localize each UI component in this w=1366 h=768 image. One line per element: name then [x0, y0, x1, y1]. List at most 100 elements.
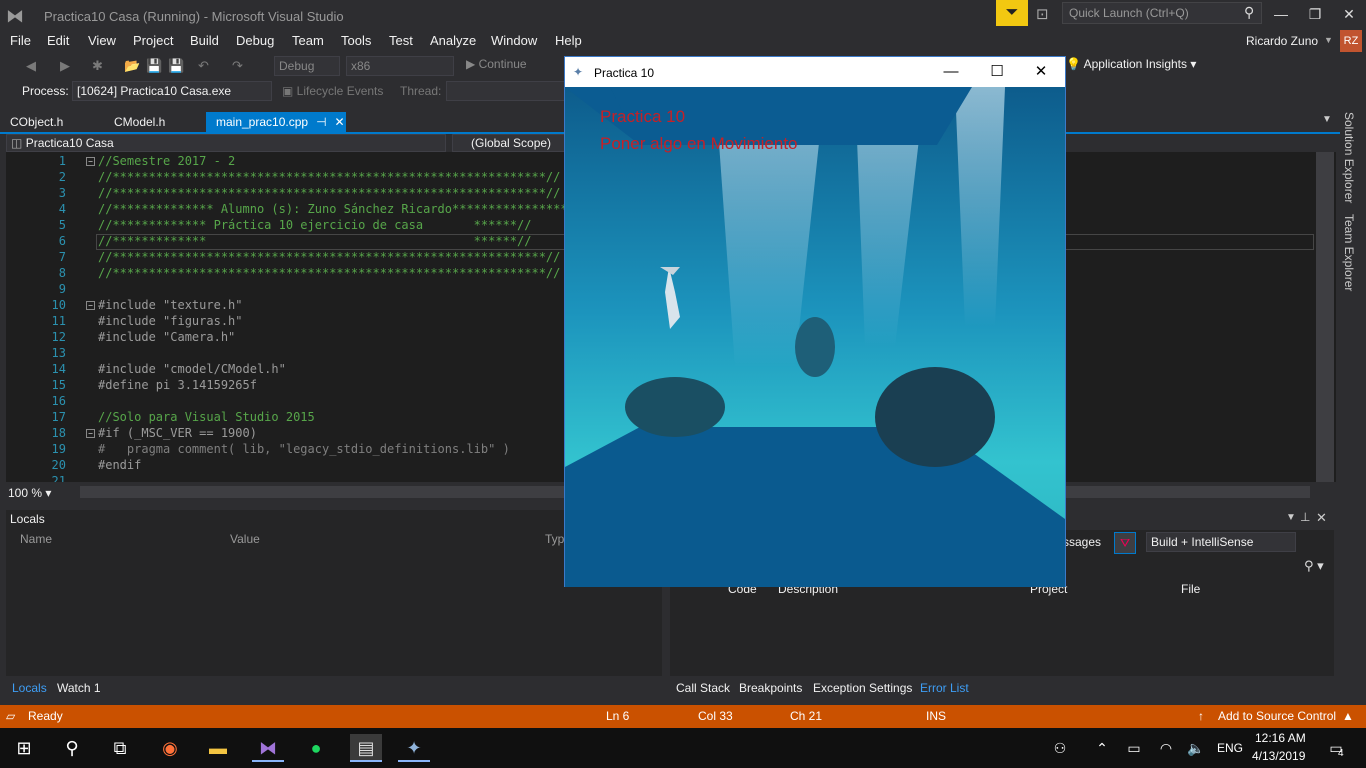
tab-exception-settings[interactable]: Exception Settings [813, 681, 912, 695]
visual-studio-icon[interactable]: ⧓ [252, 734, 284, 762]
maximize-button[interactable]: ☐ [977, 61, 1017, 83]
battery-icon[interactable]: ▭ [1118, 734, 1150, 762]
menu-build[interactable]: Build [190, 33, 219, 48]
redo-icon[interactable]: ↷ [232, 58, 243, 74]
menu-debug[interactable]: Debug [236, 33, 274, 48]
platform-combo[interactable]: x86 [346, 56, 454, 76]
fold-icon[interactable]: − [86, 301, 95, 310]
back-icon[interactable]: ◀ [26, 58, 36, 74]
search-icon[interactable]: ⚲ [56, 734, 88, 762]
quick-launch-input[interactable]: Quick Launch (Ctrl+Q) [1062, 2, 1262, 24]
minimize-button[interactable]: — [1264, 0, 1298, 28]
messages-filter-button[interactable]: ssages [1063, 535, 1101, 549]
tab-solution-explorer[interactable]: Solution Explorer [1342, 112, 1356, 203]
tab-overflow-icon[interactable]: ▼ [1322, 114, 1332, 125]
search-icon[interactable]: ⚲ [1244, 4, 1254, 21]
language-indicator[interactable]: ENG [1212, 734, 1248, 762]
search-icon[interactable]: ⚲ ▾ [1304, 558, 1324, 574]
add-to-source-control-button[interactable]: Add to Source Control [1218, 709, 1336, 723]
opengl-title-bar[interactable]: ✦ Practica 10 — ☐ ✕ [565, 57, 1065, 87]
tab-breakpoints[interactable]: Breakpoints [739, 681, 802, 695]
clock-time[interactable]: 12:16 AM [1255, 731, 1306, 745]
clock-date[interactable]: 4/13/2019 [1252, 749, 1305, 763]
build-scope-combo[interactable]: Build + IntelliSense [1146, 532, 1296, 552]
locals-col-name[interactable]: Name [20, 532, 52, 546]
opengl-app-icon[interactable]: ✦ [398, 734, 430, 762]
account-name[interactable]: Ricardo Zuno [1246, 34, 1318, 48]
tab-main-prac10[interactable]: main_prac10.cpp ⊣ ✕ [206, 112, 346, 132]
fold-icon[interactable]: − [86, 157, 95, 166]
save-icon[interactable]: 💾 [146, 58, 162, 74]
close-button[interactable]: ✕ [1021, 61, 1061, 83]
new-project-icon[interactable]: ✱ [92, 58, 103, 74]
file-explorer-icon[interactable]: ▬ [202, 734, 234, 762]
feedback-icon[interactable]: ⊡ [1036, 5, 1049, 23]
close-icon[interactable]: ✕ [1316, 510, 1327, 526]
menu-test[interactable]: Test [389, 33, 413, 48]
avatar[interactable]: RZ [1340, 30, 1362, 52]
process-combo[interactable]: [10624] Practica10 Casa.exe [72, 81, 272, 101]
scene-text-title: Practica 10 [600, 107, 686, 126]
tab-watch-1[interactable]: Watch 1 [57, 681, 101, 695]
console-app-icon[interactable]: ▤ [350, 734, 382, 762]
save-all-icon[interactable]: 💾 [168, 58, 184, 74]
undo-icon[interactable]: ↶ [198, 58, 209, 74]
line-number: 16 [51, 394, 66, 408]
close-icon[interactable]: ✕ [335, 115, 345, 129]
volume-icon[interactable]: 🔈 [1180, 734, 1212, 762]
people-icon[interactable]: ⚇ [1044, 734, 1076, 762]
spotify-icon[interactable]: ● [300, 734, 332, 762]
pin-icon[interactable]: ⊣ [316, 115, 326, 129]
zoom-level-combo[interactable]: 100 % ▾ [8, 486, 51, 500]
visual-studio-logo-icon: ⧓ [6, 6, 24, 26]
tab-locals[interactable]: Locals [12, 681, 47, 695]
open-folder-icon[interactable]: 📂 [124, 58, 140, 74]
minimize-button[interactable]: — [931, 61, 971, 83]
project-icon: ◫ [11, 136, 23, 150]
firefox-icon[interactable]: ◉ [154, 734, 186, 762]
panel-dropdown-icon[interactable]: ▼ [1286, 512, 1296, 523]
menu-help[interactable]: Help [555, 33, 582, 48]
locals-col-type[interactable]: Typ [545, 532, 564, 546]
opengl-window[interactable]: ✦ Practica 10 — ☐ ✕ Practica 10 Poner al… [564, 56, 1066, 587]
opengl-canvas[interactable]: Practica 10 Poner algo en Movimiento [565, 87, 1065, 587]
windows-start-icon[interactable]: ⊞ [8, 734, 40, 762]
wifi-icon[interactable]: ◠ [1150, 734, 1182, 762]
error-col-file[interactable]: File [1181, 582, 1200, 596]
thread-combo[interactable] [446, 81, 568, 101]
tab-cobject[interactable]: CObject.h [0, 112, 73, 132]
status-column: Col 33 [698, 709, 733, 723]
task-view-icon[interactable]: ⧉ [104, 734, 136, 762]
menu-window[interactable]: Window [491, 33, 537, 48]
pin-icon[interactable]: ⊥ [1300, 510, 1310, 524]
project-combo[interactable]: ◫ Practica10 Casa [6, 134, 446, 152]
tab-cmodel[interactable]: CModel.h [104, 112, 175, 132]
menu-tools[interactable]: Tools [341, 33, 371, 48]
chevron-up-icon[interactable]: ▲ [1342, 709, 1354, 723]
menu-team[interactable]: Team [292, 33, 324, 48]
show-hidden-icons[interactable]: ⌃ [1086, 734, 1118, 762]
application-insights-button[interactable]: 💡 Application Insights ▾ [1066, 57, 1196, 71]
notifications-icon[interactable]: ▭ [1320, 734, 1352, 762]
tab-call-stack[interactable]: Call Stack [676, 681, 730, 695]
fold-icon[interactable]: − [86, 429, 95, 438]
notifications-filter-icon[interactable]: ⏷ [996, 0, 1028, 26]
menu-project[interactable]: Project [133, 33, 173, 48]
configuration-combo[interactable]: Debug [274, 56, 340, 76]
status-insert-mode[interactable]: INS [926, 709, 946, 723]
lifecycle-events-button[interactable]: ▣ Lifecycle Events [282, 84, 383, 98]
editor-vertical-scrollbar[interactable] [1316, 152, 1334, 482]
menu-file[interactable]: File [10, 33, 31, 48]
tab-team-explorer[interactable]: Team Explorer [1342, 214, 1356, 291]
menu-view[interactable]: View [88, 33, 116, 48]
locals-col-value[interactable]: Value [230, 532, 260, 546]
close-button[interactable]: ✕ [1332, 0, 1366, 28]
continue-button[interactable]: ▶ Continue [466, 57, 527, 71]
menu-analyze[interactable]: Analyze [430, 33, 476, 48]
menu-edit[interactable]: Edit [47, 33, 69, 48]
tab-error-list[interactable]: Error List [920, 681, 969, 695]
filter-icon[interactable]: ⛛ [1114, 532, 1136, 554]
maximize-button[interactable]: ❐ [1298, 0, 1332, 28]
chevron-down-icon[interactable]: ▼ [1324, 35, 1333, 45]
forward-icon[interactable]: ▶ [60, 58, 70, 74]
